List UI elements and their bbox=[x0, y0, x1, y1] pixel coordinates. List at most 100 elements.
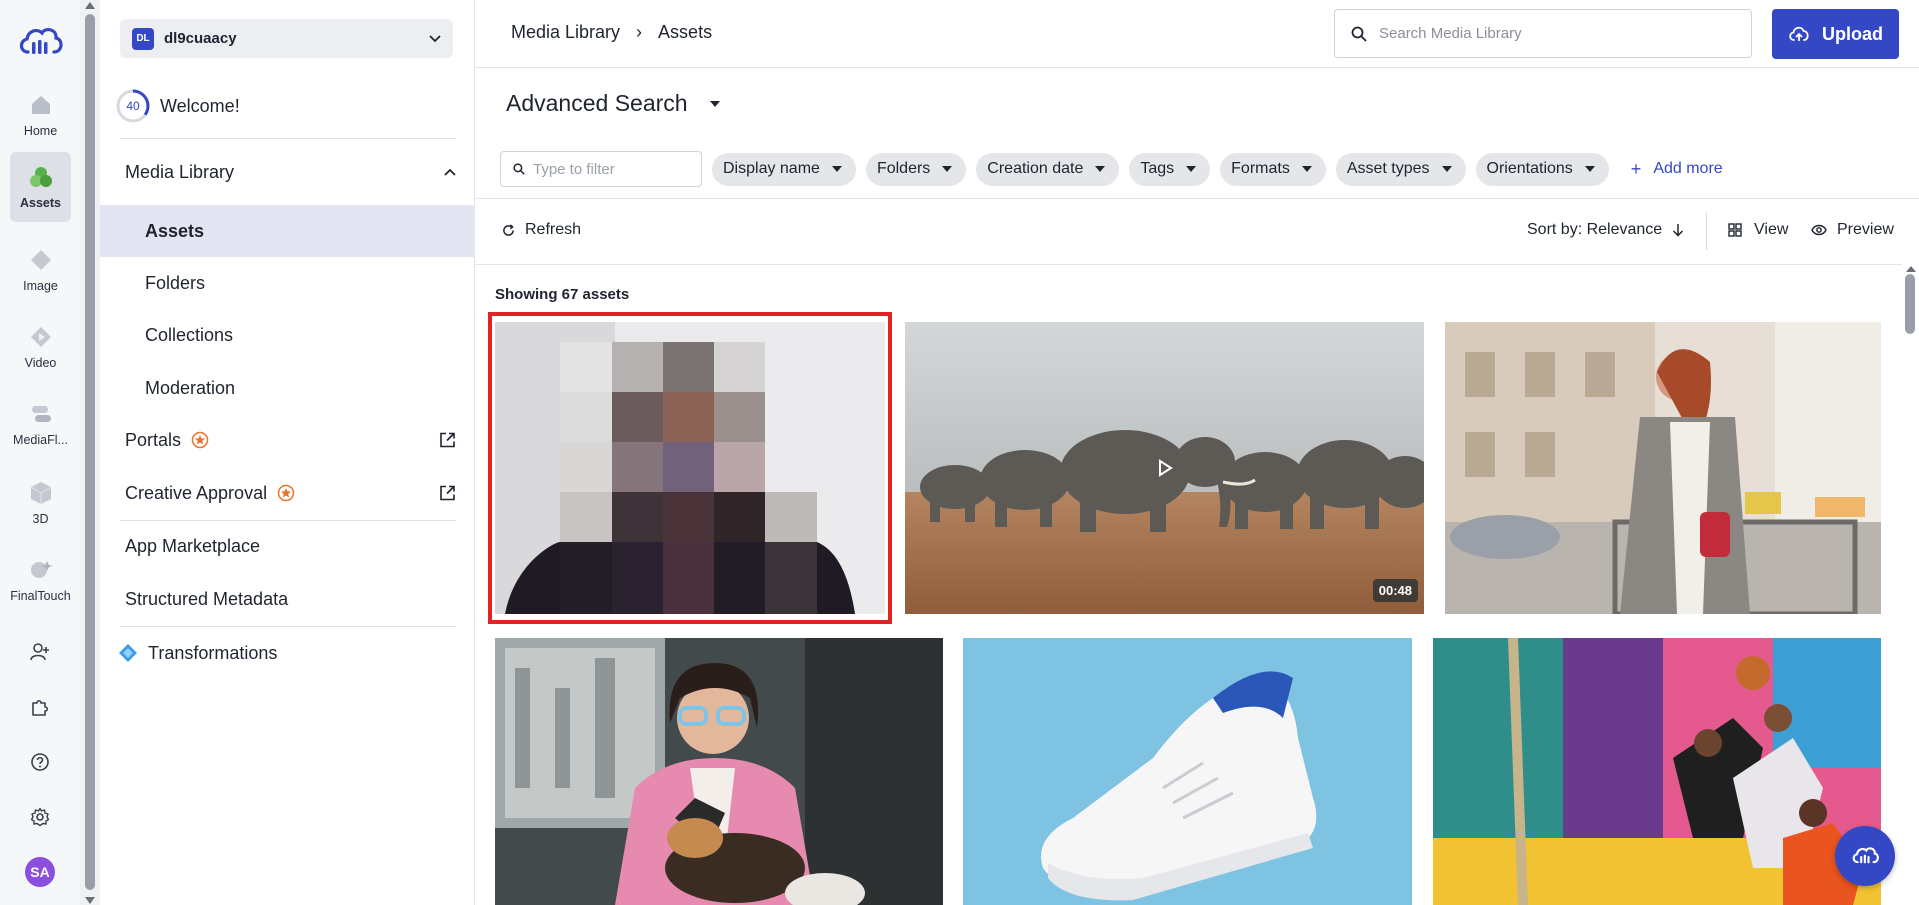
chip-label: Asset types bbox=[1346, 160, 1430, 177]
scroll-down-arrow-icon[interactable] bbox=[85, 897, 95, 904]
filter-chip-formats[interactable]: Formats bbox=[1220, 152, 1326, 186]
rail-item-finaltouch[interactable]: FinalTouch bbox=[10, 545, 71, 615]
rail-item-mediaflows[interactable]: MediaFl... bbox=[10, 389, 71, 459]
asset-tile[interactable] bbox=[495, 638, 943, 905]
nav-label: Media Library bbox=[125, 161, 235, 182]
progress-ring-icon: 40 bbox=[116, 89, 150, 123]
preview-button[interactable]: Preview bbox=[1811, 221, 1894, 239]
filter-chip-tags[interactable]: Tags bbox=[1129, 152, 1211, 186]
asset-tile[interactable] bbox=[1433, 638, 1881, 905]
account-switcher[interactable]: DL dl9cuaacy bbox=[120, 19, 453, 58]
filter-chip-orientations[interactable]: Orientations bbox=[1475, 152, 1609, 186]
asset-tile[interactable] bbox=[963, 638, 1412, 905]
rail-item-assets[interactable]: Assets bbox=[10, 152, 71, 222]
caret-down-icon bbox=[1186, 166, 1197, 172]
eye-icon bbox=[1811, 224, 1827, 236]
welcome-progress[interactable]: 40 Welcome! bbox=[116, 89, 240, 123]
divider bbox=[1706, 212, 1707, 250]
caret-down-icon bbox=[1584, 166, 1595, 172]
nav-label: Structured Metadata bbox=[125, 588, 289, 609]
asset-tile[interactable]: 00:48 bbox=[905, 322, 1424, 614]
nav-structured-metadata[interactable]: Structured Metadata bbox=[100, 578, 474, 620]
filter-chip-folders[interactable]: Folders bbox=[865, 152, 967, 186]
rail-item-image[interactable]: Image bbox=[10, 235, 71, 305]
nav-label: Assets bbox=[145, 220, 205, 241]
filter-chip-display-name[interactable]: Display name bbox=[712, 152, 856, 186]
cloudinary-logo-icon[interactable] bbox=[17, 24, 63, 60]
caret-down-icon bbox=[1301, 166, 1312, 172]
breadcrumb-media-library[interactable]: Media Library bbox=[511, 22, 620, 43]
advanced-search-toggle[interactable]: Advanced Search bbox=[506, 90, 720, 117]
filter-chip-creation-date[interactable]: Creation date bbox=[976, 152, 1120, 186]
rail-item-3d[interactable]: 3D bbox=[10, 468, 71, 538]
sort-label: Sort by: Relevance bbox=[1527, 221, 1663, 238]
nav-creative-approval[interactable]: Creative Approval bbox=[100, 472, 474, 514]
nav-app-marketplace[interactable]: App Marketplace bbox=[100, 525, 474, 567]
scrollbar-thumb[interactable] bbox=[85, 14, 95, 890]
nav-portals[interactable]: Portals bbox=[100, 419, 474, 461]
rail-item-video[interactable]: Video bbox=[10, 312, 71, 382]
arrow-down-icon bbox=[1673, 224, 1684, 237]
nav-media-library[interactable]: Media Library bbox=[100, 150, 474, 194]
nav-folders[interactable]: Folders bbox=[100, 262, 474, 304]
rail-scrollbar[interactable] bbox=[80, 0, 100, 905]
nav-transformations[interactable]: Transformations bbox=[100, 632, 474, 674]
filter-box[interactable] bbox=[500, 151, 702, 187]
play-icon[interactable] bbox=[1156, 459, 1174, 477]
breadcrumb-assets: Assets bbox=[658, 22, 713, 42]
cloud-upload-icon bbox=[1789, 26, 1809, 41]
filter-chip-asset-types[interactable]: Asset types bbox=[1335, 152, 1466, 186]
search-box[interactable] bbox=[1334, 9, 1752, 58]
account-name: dl9cuaacy bbox=[164, 30, 237, 47]
help-icon[interactable] bbox=[24, 746, 56, 778]
chip-label: Folders bbox=[876, 160, 931, 177]
main-scrollbar[interactable] bbox=[1902, 264, 1919, 905]
extensions-puzzle-icon[interactable] bbox=[24, 691, 56, 723]
external-link-icon[interactable] bbox=[439, 432, 456, 449]
refresh-button[interactable]: Refresh bbox=[502, 221, 581, 239]
rail-item-home[interactable]: Home bbox=[10, 80, 71, 150]
mediaflows-icon bbox=[28, 401, 54, 427]
user-avatar[interactable]: SA bbox=[25, 857, 55, 887]
preview-label: Preview bbox=[1837, 221, 1894, 238]
upload-label: Upload bbox=[1822, 23, 1883, 44]
nav-label: Folders bbox=[145, 272, 206, 293]
chip-label: Creation date bbox=[987, 160, 1084, 177]
scroll-up-arrow-icon[interactable] bbox=[1906, 266, 1916, 272]
search-input[interactable] bbox=[1379, 25, 1739, 42]
caret-down-icon bbox=[709, 100, 720, 107]
breadcrumb: Media Library › Assets bbox=[511, 22, 712, 43]
nav-assets[interactable]: Assets bbox=[100, 205, 474, 257]
refresh-label: Refresh bbox=[525, 221, 582, 238]
nav-moderation[interactable]: Moderation bbox=[100, 367, 474, 409]
caret-down-icon bbox=[831, 166, 842, 172]
add-user-icon[interactable] bbox=[24, 636, 56, 668]
filter-input[interactable] bbox=[533, 160, 693, 178]
top-header: Media Library › Assets Upload bbox=[475, 0, 1919, 68]
sort-dropdown[interactable]: Sort by: Relevance bbox=[1527, 221, 1684, 239]
nav-label: Creative Approval bbox=[125, 482, 268, 503]
add-more-filters-button[interactable]: + Add more bbox=[1631, 159, 1723, 180]
divider bbox=[475, 198, 1919, 199]
add-more-label: Add more bbox=[1653, 160, 1723, 177]
chip-label: Display name bbox=[723, 160, 820, 177]
scrollbar-thumb[interactable] bbox=[1905, 274, 1915, 334]
chevron-up-icon bbox=[444, 168, 456, 176]
scroll-up-arrow-icon[interactable] bbox=[85, 2, 95, 9]
asset-thumbnail-woman-dog bbox=[495, 638, 943, 905]
caret-down-icon bbox=[1095, 166, 1106, 172]
nav-collections[interactable]: Collections bbox=[100, 314, 474, 356]
divider bbox=[120, 138, 456, 139]
view-label: View bbox=[1754, 221, 1789, 238]
floating-help-button[interactable] bbox=[1835, 826, 1895, 886]
upload-button[interactable]: Upload bbox=[1772, 9, 1899, 59]
asset-tile[interactable] bbox=[1445, 322, 1881, 614]
video-duration-badge: 00:48 bbox=[1372, 579, 1418, 602]
asset-thumbnail-basketball bbox=[1433, 638, 1881, 905]
view-button[interactable]: View bbox=[1728, 221, 1788, 239]
advanced-search-title: Advanced Search bbox=[506, 90, 688, 116]
nav-label: Collections bbox=[145, 324, 234, 345]
asset-thumbnail-street-woman bbox=[1445, 322, 1881, 614]
settings-gear-icon[interactable] bbox=[24, 801, 56, 833]
external-link-icon[interactable] bbox=[439, 485, 456, 502]
